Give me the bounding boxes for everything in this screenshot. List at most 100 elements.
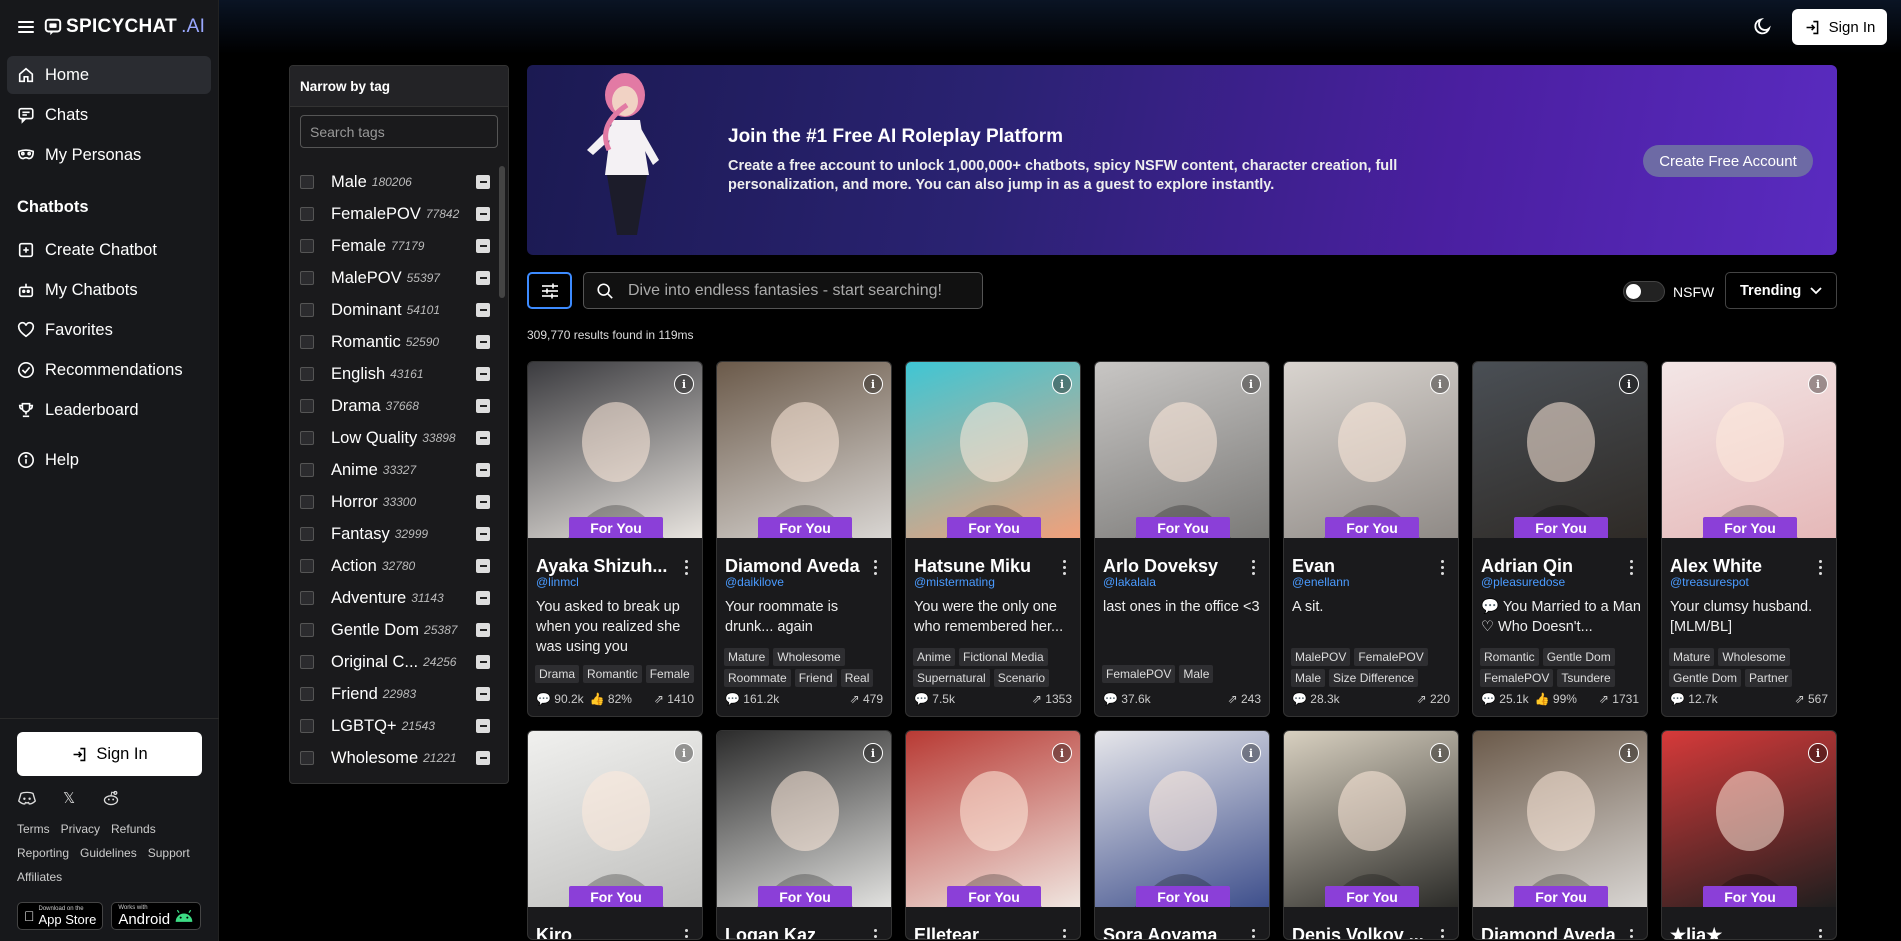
tag-row[interactable]: Wholesome 21221 [290,742,494,774]
top-signin-button[interactable]: Sign In [1792,9,1887,45]
more-options-icon[interactable] [1063,929,1066,939]
chatbot-card[interactable]: i For You Arlo Doveksy @lakalala last ones i… [1094,361,1270,717]
info-icon[interactable]: i [1619,374,1639,394]
card-tag[interactable]: FemalePOV [1354,648,1428,666]
info-icon[interactable]: i [1808,743,1828,763]
tag-search-input[interactable]: Search tags [300,115,498,148]
more-options-icon[interactable] [1630,560,1633,575]
chatbot-card[interactable]: i For You Kiro [527,730,703,940]
card-handle[interactable]: @mistermating [914,575,995,589]
chatbot-card[interactable]: i For You Diamond Aveda @daikilove Your room… [716,361,892,717]
tag-row[interactable]: English 43161 [290,358,494,390]
card-handle[interactable]: @pleasuredose [1481,575,1565,589]
tag-row[interactable]: FemalePOV 77842 [290,198,494,230]
chatbot-card[interactable]: i For You Sora Aoyama [1094,730,1270,940]
info-icon[interactable]: i [1241,743,1261,763]
card-tag[interactable]: Partner [1745,669,1793,687]
card-handle[interactable]: @lakalala [1103,575,1156,589]
chatbot-card[interactable]: i For You Diamond Aveda [1472,730,1648,940]
tag-checkbox[interactable] [300,431,314,445]
more-options-icon[interactable] [1630,929,1633,939]
exclude-tag-button[interactable] [476,303,490,317]
footer-link-reporting[interactable]: Reporting [17,844,69,862]
tag-row[interactable]: Drama 37668 [290,390,494,422]
tag-row[interactable]: Gentle Dom 25387 [290,614,494,646]
card-tag[interactable]: Romantic [1480,648,1539,666]
card-tag[interactable]: Fictional Media [959,648,1048,666]
tag-checkbox[interactable] [300,335,314,349]
info-icon[interactable]: i [1808,374,1828,394]
search-input[interactable]: Dive into endless fantasies - start sear… [583,272,983,309]
info-icon[interactable]: i [674,743,694,763]
tag-checkbox[interactable] [300,623,314,637]
create-account-button[interactable]: Create Free Account [1643,145,1813,177]
tag-row[interactable]: Male 180206 [290,166,494,198]
card-tag[interactable]: Wholesome [1718,648,1790,666]
tag-checkbox[interactable] [300,559,314,573]
card-tag[interactable]: Mature [724,648,770,666]
more-options-icon[interactable] [1819,560,1822,575]
exclude-tag-button[interactable] [476,527,490,541]
dark-mode-icon[interactable] [1753,16,1773,36]
more-options-icon[interactable] [685,560,688,575]
card-tag[interactable]: Romantic [583,665,642,683]
tag-row[interactable]: Horror 33300 [290,486,494,518]
card-tag[interactable]: Male [1179,665,1214,683]
nsfw-toggle[interactable] [1623,281,1665,302]
more-options-icon[interactable] [1252,560,1255,575]
card-handle[interactable]: @treasurespot [1670,575,1749,589]
card-tag[interactable]: Female [645,665,694,683]
card-tag[interactable]: FemalePOV [1480,669,1554,687]
chatbot-card[interactable]: i For You Ayaka Shizuh... @linmcl You asked … [527,361,703,717]
tag-checkbox[interactable] [300,399,314,413]
more-options-icon[interactable] [874,929,877,939]
info-icon[interactable]: i [1619,743,1639,763]
more-options-icon[interactable] [1819,929,1822,939]
discord-icon[interactable] [17,790,37,806]
sidebar-item-chats[interactable]: Chats [7,96,211,134]
tag-row[interactable]: LGBTQ+ 21543 [290,710,494,742]
tag-row[interactable]: Friend 22983 [290,678,494,710]
more-options-icon[interactable] [1441,560,1444,575]
more-options-icon[interactable] [1441,929,1444,939]
sidebar-item-home[interactable]: Home [7,56,211,94]
footer-link-privacy[interactable]: Privacy [61,820,100,838]
info-icon[interactable]: i [863,743,883,763]
filter-button[interactable] [527,272,572,309]
app-store-badge[interactable]:  Download on theApp Store [17,902,104,930]
chatbot-card[interactable]: i For You Evan @enellann A sit. MalePOV Female… [1283,361,1459,717]
tag-checkbox[interactable] [300,655,314,669]
info-icon[interactable]: i [1430,374,1450,394]
menu-icon[interactable] [18,21,34,33]
info-icon[interactable]: i [1052,374,1072,394]
sidebar-item-create-chatbot[interactable]: Create Chatbot [7,231,211,269]
sidebar-item-my-personas[interactable]: My Personas [7,136,211,174]
card-tag[interactable]: Gentle Dom [1669,669,1742,687]
exclude-tag-button[interactable] [476,175,490,189]
tag-row[interactable]: MalePOV 55397 [290,262,494,294]
logo[interactable]: SPICYCHAT .AI [44,16,205,38]
card-tag[interactable]: Friend [794,669,837,687]
more-options-icon[interactable] [685,929,688,939]
exclude-tag-button[interactable] [476,399,490,413]
footer-link-terms[interactable]: Terms [17,820,50,838]
tag-checkbox[interactable] [300,367,314,381]
tag-checkbox[interactable] [300,239,314,253]
exclude-tag-button[interactable] [476,495,490,509]
tag-checkbox[interactable] [300,783,314,784]
card-tag[interactable]: Real [840,669,874,687]
chatbot-card[interactable]: i For You Hatsune Miku @mistermating You wer… [905,361,1081,717]
tag-row[interactable]: Action 32780 [290,550,494,582]
info-icon[interactable]: i [1430,743,1450,763]
exclude-tag-button[interactable] [476,271,490,285]
exclude-tag-button[interactable] [476,655,490,669]
chatbot-card[interactable]: i For You ★lia★ [1661,730,1837,940]
card-tag[interactable]: Size Difference [1329,669,1419,687]
exclude-tag-button[interactable] [476,335,490,349]
tag-list-scrollbar[interactable] [499,166,505,298]
card-tag[interactable]: MalePOV [1291,648,1351,666]
tag-row[interactable]: Romantic 52590 [290,326,494,358]
card-tag[interactable]: Gentle Dom [1542,648,1615,666]
info-icon[interactable]: i [1241,374,1261,394]
reddit-icon[interactable] [101,790,121,806]
